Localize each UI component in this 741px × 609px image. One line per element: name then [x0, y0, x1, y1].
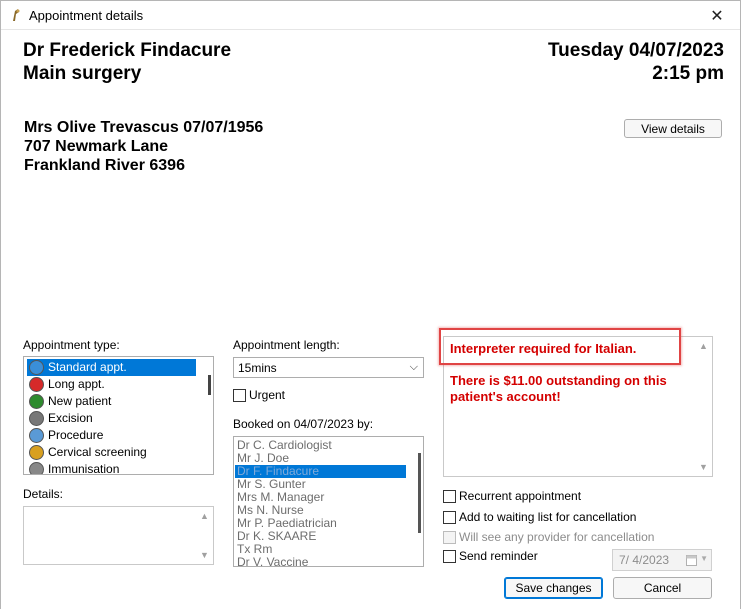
close-button[interactable]: ✕: [694, 1, 740, 30]
patient-address-line2: Frankland River 6396: [24, 157, 185, 174]
dialog-content: Dr Frederick Findacure Main surgery Tues…: [1, 31, 740, 609]
appointment-time: 2:15 pm: [652, 63, 724, 84]
send-reminder-label: Send reminder: [459, 549, 538, 563]
patient-name-dob: Mrs Olive Trevascus 07/07/1956: [24, 119, 264, 136]
recurrent-label: Recurrent appointment: [459, 489, 582, 503]
appointment-date: Tuesday 04/07/2023: [547, 40, 724, 61]
send-reminder-checkbox-box[interactable]: [443, 549, 456, 563]
details-textarea[interactable]: ▲ ▼: [23, 506, 214, 565]
details-scrollbar[interactable]: ▲ ▼: [196, 507, 213, 564]
waiting-list-label: Add to waiting list for cancellation: [459, 510, 637, 524]
appointment-type-item[interactable]: New patient: [27, 393, 196, 410]
booked-by-item[interactable]: Dr V. Vaccine: [235, 556, 406, 567]
urgent-checkbox[interactable]: Urgent: [233, 388, 285, 402]
interpreter-alert: Interpreter required for Italian.: [450, 341, 637, 356]
doctor-name: Dr Frederick Findacure: [23, 40, 232, 61]
title-bar: Appointment details ✕: [1, 1, 740, 30]
app-icon: [13, 9, 20, 21]
patient-address-line1: 707 Newmark Lane: [24, 138, 169, 155]
surgery-location: Main surgery: [23, 63, 142, 84]
scroll-up-icon[interactable]: ▲: [200, 511, 209, 521]
appointment-type-item-label: Cervical screening: [48, 445, 147, 459]
waiting-list-checkbox[interactable]: Add to waiting list for cancellation: [443, 510, 636, 524]
window-title: Appointment details: [29, 8, 144, 23]
scroll-up-icon[interactable]: ▲: [699, 341, 708, 351]
outstanding-alert-line2: patient's account!: [450, 389, 561, 404]
long-appt-icon: [29, 377, 44, 392]
appointment-type-item[interactable]: Immunisation: [27, 461, 196, 475]
details-label: Details:: [23, 487, 64, 501]
appointment-type-item-label: Excision: [48, 411, 93, 425]
reminder-date-value: 7/ 4/2023: [619, 553, 670, 567]
appointment-length-value: 15mins: [238, 360, 277, 375]
appointment-type-item-label: Immunisation: [48, 462, 120, 475]
appointment-type-item[interactable]: Procedure: [27, 427, 196, 444]
appointment-type-list[interactable]: Standard appt. Long appt. New patient Excis…: [23, 356, 214, 475]
send-reminder-checkbox[interactable]: Send reminder: [443, 549, 538, 563]
syringe-icon: [29, 462, 44, 474]
appointment-type-item[interactable]: Long appt.: [27, 376, 196, 393]
outstanding-alert-line1: There is $11.00 outstanding on this: [450, 373, 667, 388]
appointment-type-item-label: Procedure: [48, 428, 104, 442]
reminder-date-picker: 7/ 4/2023 ▼: [612, 549, 712, 571]
appointment-type-item-label: Standard appt.: [48, 360, 127, 374]
urgent-checkbox-box[interactable]: [233, 388, 246, 402]
appointment-type-item-label: Long appt.: [48, 377, 105, 391]
appointment-length-select[interactable]: 15mins ⌵: [233, 357, 424, 378]
recurrent-checkbox-box[interactable]: [443, 489, 456, 503]
alerts-scrollbar[interactable]: ▲ ▼: [695, 337, 712, 476]
excision-icon: [29, 411, 44, 426]
appointment-length-label: Appointment length:: [233, 338, 340, 352]
appointment-type-item[interactable]: Standard appt.: [27, 359, 196, 376]
urgent-label: Urgent: [249, 388, 286, 402]
appointment-type-label: Appointment type:: [23, 338, 120, 352]
any-provider-checkbox: Will see any provider for cancellation: [443, 530, 654, 544]
view-details-button[interactable]: View details: [624, 119, 722, 138]
any-provider-label: Will see any provider for cancellation: [459, 530, 655, 544]
booked-by-scrollbar[interactable]: [418, 453, 421, 533]
new-patient-icon: [29, 394, 44, 409]
appointment-type-item-label: New patient: [48, 394, 112, 408]
waiting-list-checkbox-box[interactable]: [443, 510, 456, 524]
appointment-type-item[interactable]: Excision: [27, 410, 196, 427]
scroll-down-icon[interactable]: ▼: [699, 462, 708, 472]
cancel-button[interactable]: Cancel: [613, 577, 712, 599]
date-dropdown-icon: ▼: [700, 554, 708, 563]
appointment-type-scrollbar[interactable]: [208, 375, 211, 395]
clock-icon: [29, 360, 44, 375]
save-changes-button[interactable]: Save changes: [504, 577, 603, 599]
booked-by-label: Booked on 04/07/2023 by:: [233, 417, 374, 431]
appointment-type-item[interactable]: Cervical screening: [27, 444, 196, 461]
booked-by-list[interactable]: Dr C. Cardiologist Mr J. Doe Dr F. Findacu…: [233, 436, 424, 567]
calendar-icon: [686, 555, 697, 566]
procedure-icon: [29, 428, 44, 443]
any-provider-checkbox-box: [443, 530, 456, 544]
appointment-details-window: Appointment details ✕ Dr Frederick Finda…: [0, 0, 741, 609]
cervical-icon: [29, 445, 44, 460]
scroll-down-icon[interactable]: ▼: [200, 550, 209, 560]
recurrent-checkbox[interactable]: Recurrent appointment: [443, 489, 581, 503]
booked-by-item-label: Dr V. Vaccine: [237, 555, 309, 567]
chevron-down-icon: ⌵: [409, 361, 418, 373]
